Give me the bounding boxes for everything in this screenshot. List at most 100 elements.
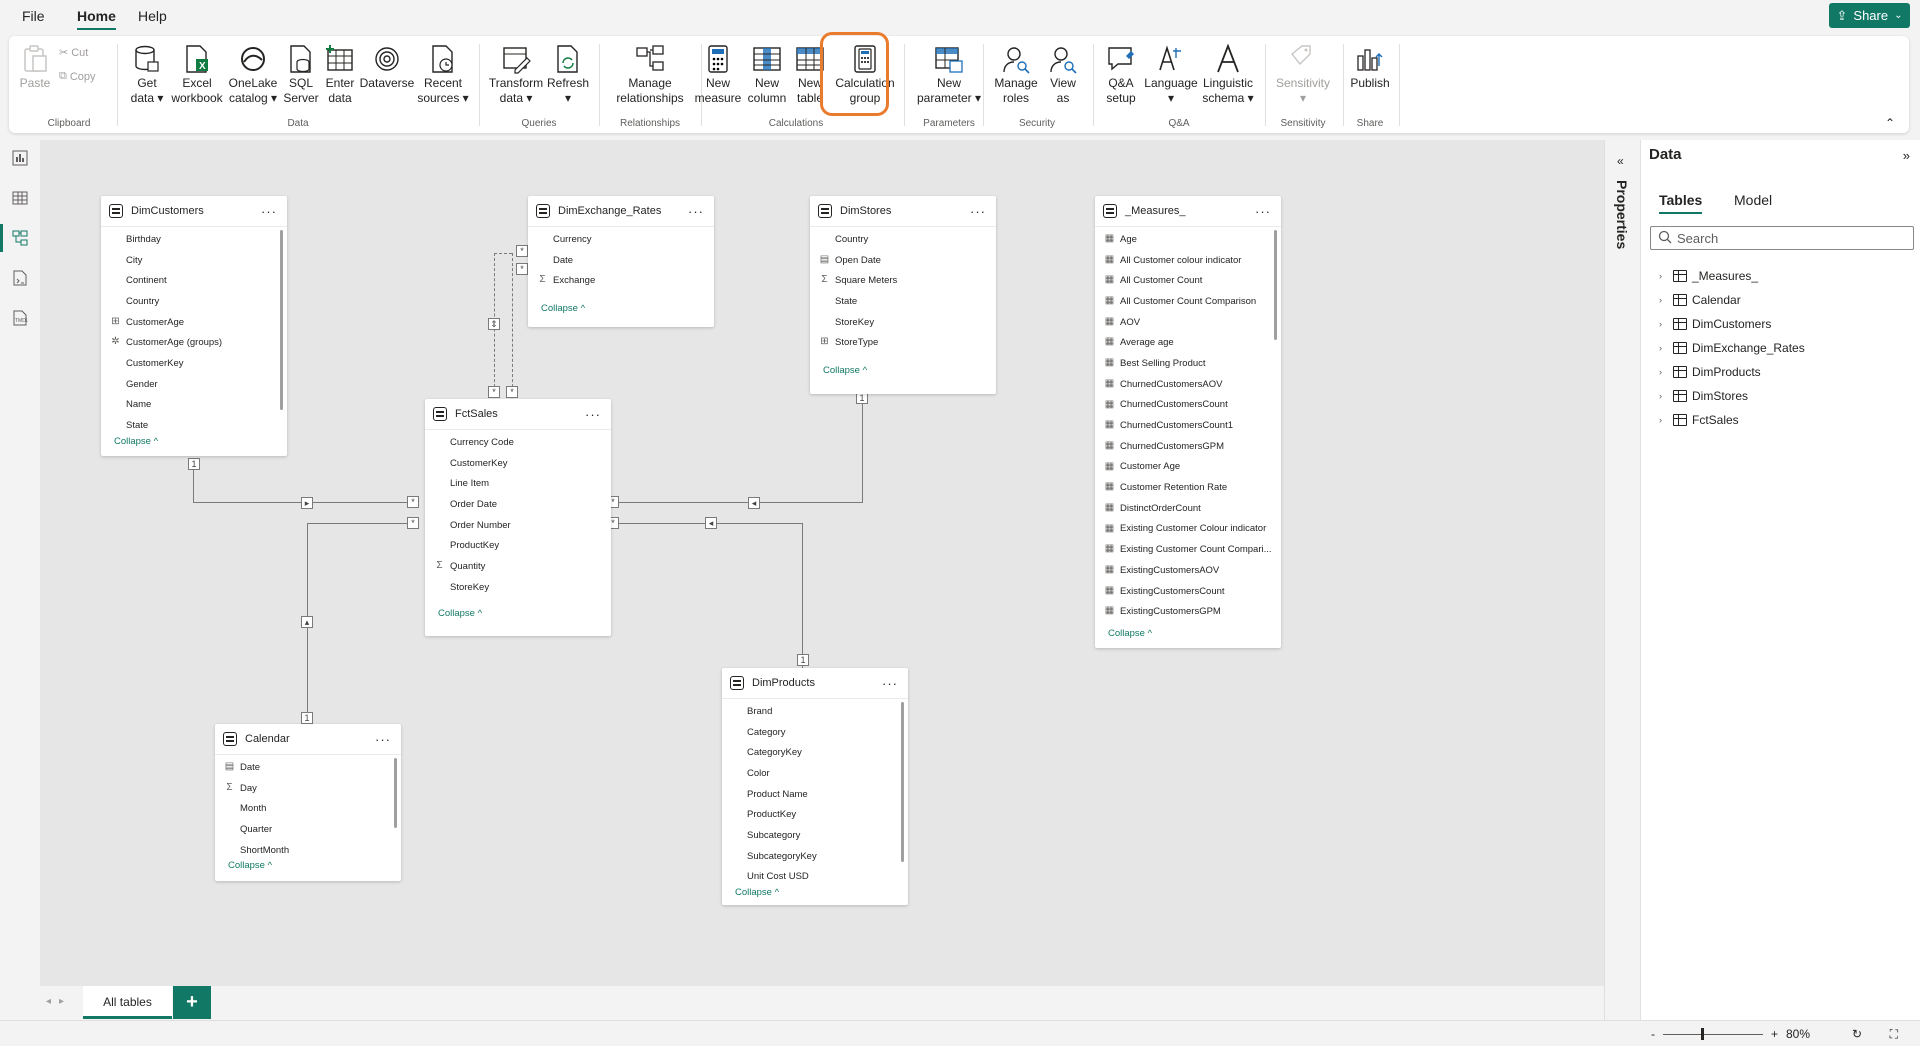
measure-row[interactable]: ▦ Existing Customer Colour indicator	[1095, 519, 1281, 540]
field-row[interactable]: Σ Exchange	[528, 270, 714, 291]
field-row[interactable]: CustomerKey	[425, 453, 611, 474]
table-card-dimproducts[interactable]: DimProducts ··· Brand Category CategoryK…	[722, 668, 908, 905]
tree-item-dimcustomers[interactable]: › DimCustomers	[1659, 317, 1771, 331]
field-row[interactable]: Country	[810, 229, 996, 250]
relationship-line[interactable]	[494, 253, 512, 254]
field-row[interactable]: StoreKey	[425, 577, 611, 598]
tree-item-dimexchange-rates[interactable]: › DimExchange_Rates	[1659, 341, 1805, 355]
model-view-icon[interactable]	[0, 224, 30, 252]
measure-row[interactable]: ▦ All Customer colour indicator	[1095, 250, 1281, 271]
table-view-icon[interactable]	[10, 188, 30, 208]
field-row[interactable]: ShortMonth	[215, 840, 401, 861]
chevron-right-icon[interactable]: ›	[1659, 343, 1669, 353]
more-options-icon[interactable]: ···	[1255, 204, 1271, 219]
view-as-button[interactable]: View as	[1043, 42, 1083, 120]
manage-roles-button[interactable]: Manage roles	[991, 42, 1041, 120]
scrollbar[interactable]	[901, 702, 904, 862]
more-options-icon[interactable]: ···	[261, 204, 277, 219]
field-row[interactable]: ✲ CustomerAge (groups)	[101, 332, 287, 353]
collapse-data-pane-icon[interactable]: »	[1903, 148, 1910, 163]
field-row[interactable]: Order Date	[425, 494, 611, 515]
field-row[interactable]: State	[810, 291, 996, 312]
table-card-measures[interactable]: _Measures_ ··· ▦ Age ▦ All Customer colour…	[1095, 196, 1281, 648]
measure-row[interactable]: ▦ ChurnedCustomersGPM	[1095, 436, 1281, 457]
field-row[interactable]: Σ Quantity	[425, 556, 611, 577]
measure-row[interactable]: ▦ ChurnedCustomersCount	[1095, 395, 1281, 416]
field-row[interactable]: Σ Square Meters	[810, 270, 996, 291]
measure-row[interactable]: ▦ ExistingCustomersCount	[1095, 581, 1281, 602]
fit-to-screen-icon[interactable]: ⛶	[1890, 1027, 1898, 1042]
field-row[interactable]: State	[101, 415, 287, 436]
field-row[interactable]: ⊞ CustomerAge	[101, 312, 287, 333]
refresh-button[interactable]: Refresh ▾	[545, 42, 591, 120]
more-options-icon[interactable]: ···	[882, 676, 898, 691]
tree-item-measures[interactable]: › _Measures_	[1659, 269, 1758, 283]
field-row[interactable]: ProductKey	[722, 804, 908, 825]
onelake-catalog-button[interactable]: OneLake catalog ▾	[225, 42, 281, 120]
field-row[interactable]: CustomerKey	[101, 353, 287, 374]
field-row[interactable]: Currency Code	[425, 432, 611, 453]
tree-item-dimstores[interactable]: › DimStores	[1659, 389, 1748, 403]
relationship-line[interactable]	[613, 502, 863, 503]
linguistic-schema-button[interactable]: Linguistic schema ▾	[1199, 42, 1257, 120]
measure-row[interactable]: ▦ ExistingCustomersGPM	[1095, 601, 1281, 622]
manage-relationships-button[interactable]: Manage relationships	[607, 42, 693, 120]
field-row[interactable]: Gender	[101, 374, 287, 395]
language-button[interactable]: Language ▾	[1143, 42, 1199, 120]
chevron-right-icon[interactable]: ›	[1659, 415, 1669, 425]
field-row[interactable]: Month	[215, 798, 401, 819]
menu-file[interactable]: File	[22, 8, 45, 24]
copy-button[interactable]: ⧉ Copy	[59, 70, 96, 83]
field-row[interactable]: Currency	[528, 229, 714, 250]
collapse-link[interactable]: Collapse ^	[1095, 628, 1281, 639]
transform-data-button[interactable]: Transform data ▾	[487, 42, 545, 120]
new-parameter-button[interactable]: New parameter ▾	[907, 42, 991, 120]
menu-home[interactable]: Home	[77, 8, 116, 30]
sensitivity-button[interactable]: Sensitivity ▾	[1273, 42, 1333, 120]
relationship-line[interactable]	[193, 470, 194, 502]
report-view-icon[interactable]	[10, 148, 30, 168]
table-card-dimstores[interactable]: DimStores ··· Country ▤ Open Date Σ Square…	[810, 196, 996, 394]
field-row[interactable]: Birthday	[101, 229, 287, 250]
table-card-fctsales[interactable]: FctSales ··· Currency Code CustomerKey L…	[425, 399, 611, 636]
table-card-dimexchange-rates[interactable]: DimExchange_Rates ··· Currency Date Σ Exc…	[528, 196, 714, 327]
field-row[interactable]: Name	[101, 395, 287, 416]
add-layout-button[interactable]: +	[173, 986, 211, 1019]
more-options-icon[interactable]: ···	[375, 732, 391, 747]
measure-row[interactable]: ▦ Existing Customer Count Compari...	[1095, 539, 1281, 560]
collapse-link[interactable]: Collapse ^	[425, 608, 611, 619]
cut-button[interactable]: ✂ Cut	[59, 46, 88, 60]
measure-row[interactable]: ▦ All Customer Count Comparison	[1095, 291, 1281, 312]
measure-row[interactable]: ▦ Customer Age	[1095, 457, 1281, 478]
scrollbar[interactable]	[1274, 230, 1277, 340]
field-row[interactable]: Continent	[101, 270, 287, 291]
paste-button[interactable]: Paste	[15, 42, 55, 120]
tab-scroll-arrows-icon[interactable]: ◂▸	[46, 996, 72, 1007]
field-row[interactable]: SubcategoryKey	[722, 846, 908, 867]
collapse-ribbon-button[interactable]: ⌃	[1885, 116, 1895, 130]
excel-workbook-button[interactable]: X Excel workbook	[169, 42, 225, 120]
field-row[interactable]: Quarter	[215, 819, 401, 840]
tmdl-view-icon[interactable]: TMDL	[10, 308, 30, 328]
tab-all-tables[interactable]: All tables	[83, 986, 172, 1019]
get-data-button[interactable]: Get data ▾	[125, 42, 169, 120]
field-row[interactable]: Category	[722, 722, 908, 743]
recent-sources-button[interactable]: Recent sources ▾	[415, 42, 471, 120]
expand-properties-icon[interactable]: «	[1617, 154, 1624, 168]
field-row[interactable]: ProductKey	[425, 535, 611, 556]
reset-zoom-icon[interactable]: ↻	[1852, 1027, 1862, 1041]
tab-tables[interactable]: Tables	[1659, 192, 1703, 214]
table-card-calendar[interactable]: Calendar ··· ▤ Date Σ Day Month Quarter Sh…	[215, 724, 401, 881]
chevron-right-icon[interactable]: ›	[1659, 319, 1669, 329]
publish-button[interactable]: Publish	[1345, 42, 1395, 120]
tab-model[interactable]: Model	[1734, 192, 1772, 208]
measure-row[interactable]: ▦ Best Selling Product	[1095, 353, 1281, 374]
field-row[interactable]: CategoryKey	[722, 742, 908, 763]
zoom-slider-thumb[interactable]	[1700, 1027, 1704, 1040]
relationship-line[interactable]	[862, 400, 863, 503]
field-row[interactable]: ▤ Date	[215, 757, 401, 778]
measure-row[interactable]: ▦ Average age	[1095, 332, 1281, 353]
share-button[interactable]: ⇪ Share ⌄	[1829, 3, 1910, 28]
chevron-right-icon[interactable]: ›	[1659, 391, 1669, 401]
properties-title[interactable]: Properties	[1604, 180, 1640, 249]
